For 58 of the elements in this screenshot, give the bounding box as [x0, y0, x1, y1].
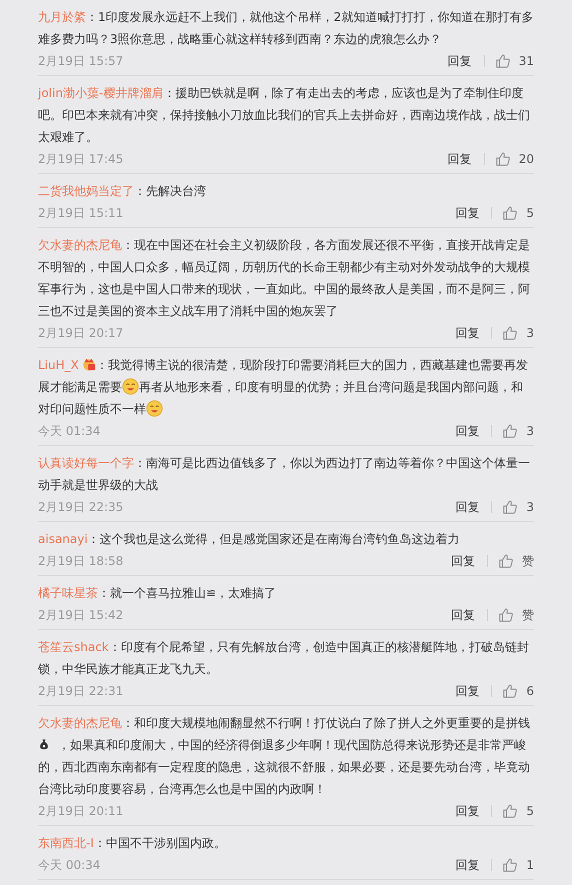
- like-count: 5: [526, 804, 534, 818]
- reply-link[interactable]: 回复: [455, 324, 480, 342]
- like-count: 31: [518, 54, 534, 68]
- thumbs-up-icon[interactable]: [502, 205, 518, 221]
- reply-link[interactable]: 回复: [448, 150, 472, 168]
- comment-text: LiuH_X ：我觉得博主说的很清楚，现阶段打印需要消耗巨大的国力，西藏基建也需要再发展才能满足需要 再者从地形来看，印度有明显的优势；并且台湾问题是我国内部问题，和对印问题性质不一样: [38, 356, 529, 419]
- reply-link[interactable]: 回复: [455, 682, 480, 700]
- comment-text: 东南西北-I：中国不干涉别国内政。: [38, 835, 227, 852]
- like-count: 赞: [522, 552, 534, 570]
- reply-link[interactable]: 回复: [455, 498, 480, 516]
- timestamp: 2月19日 17:45: [38, 150, 124, 168]
- reply-link[interactable]: 回复: [455, 856, 480, 874]
- reply-link[interactable]: 回复: [455, 802, 480, 820]
- comment-text: 苍笙云shack：印度有个屁希望，只有先解放台湾，创造中国真正的核潜艇阵地，打破岛链封锁，中华民族才能真正龙飞九天。: [38, 639, 530, 678]
- thumbs-up-icon[interactable]: [494, 151, 511, 167]
- thumbs-up-icon[interactable]: [498, 553, 514, 569]
- like-count: 1: [526, 858, 534, 872]
- comment-text: 欠水妻的杰尼龟：和印度大规模地闹翻显然不行啊！打仗说白了除了拼人之外更重要的是拼钱 ，如果真和印度闹大，中国的经济得倒退多少年啊！现代国防总得来说形势还是非常严峻的，西北西南东南都有一定程度的隐患，这就很不舒服，如果必要，还是要先动台湾，毕竟动台湾比动印度要容易，台湾再怎么也是中国的内政啊！: [38, 715, 531, 798]
- timestamp: 2月19日 15:11: [38, 204, 124, 222]
- comment-text: jolin渤小蕖-樱井牌溜肩：援助巴铁就是啊，除了有走出去的考虑，应该也是为了牵制住印度吧。印巴本来就有冲突，保持接触小刀放血比我们的官兵上去拼命好，西南边境作战，战士们太艰难了。: [38, 85, 531, 146]
- timestamp: 2月19日 15:42: [38, 606, 124, 624]
- comment-text: 橘子味星茶：就一个喜马拉雅山≌，太难搞了: [38, 585, 278, 602]
- comment-text: 九月於綮：1印度发展永远赶不上我们，就他这个吊样，2就知道喊打打打，你知道在那打有多难多费力吗？3照你意思，战略重心就这样转移到西南？东边的虎狼怎么办？: [38, 9, 534, 48]
- reply-link[interactable]: 回复: [451, 606, 475, 624]
- like-count: 6: [526, 684, 534, 698]
- comment-text: 二货我他妈当定了：先解决台湾: [38, 183, 207, 200]
- thumbs-up-icon[interactable]: [502, 857, 518, 873]
- comment-text: 认真读好每一个字：南海可是比西边值钱多了，你以为西边打了南边等着你？中国这个体量一动手就是世界级的大战: [38, 455, 531, 494]
- timestamp: 2月19日 20:17: [38, 324, 124, 342]
- timestamp: 2月19日 15:57: [38, 52, 124, 70]
- thumbs-up-icon[interactable]: [502, 803, 518, 819]
- timestamp: 今天 00:34: [38, 856, 100, 874]
- reply-link[interactable]: 回复: [455, 422, 480, 440]
- like-count: 赞: [522, 606, 534, 624]
- like-count: 3: [526, 326, 534, 340]
- smiley-emoji-icon: [122, 378, 139, 395]
- like-count: 3: [526, 424, 534, 438]
- thumbs-up-icon[interactable]: [502, 499, 518, 515]
- reply-link[interactable]: 回复: [448, 52, 472, 70]
- comment-text: 欠水妻的杰尼龟：现在中国还在社会主义初级阶段，各方面发展还很不平衡，直接开战肯定是不明智的，中国人口众多，幅员辽阔，历朝历代的长命王朝都少有主动对外发动战争的大规模军事行为，这也是中国人口带来的现状，一直如此。中国的最终敌人是美国，而不是阿三，阿三也不过是美国的资本主义战车用了消耗中国的炮灰罢了: [38, 237, 531, 320]
- timestamp: 2月19日 20:11: [38, 802, 124, 820]
- smiley-emoji-icon: [146, 400, 163, 417]
- thumbs-up-icon[interactable]: [502, 325, 518, 341]
- thumbs-up-icon[interactable]: [494, 53, 511, 69]
- thumbs-up-icon[interactable]: [502, 683, 518, 699]
- like-count: 20: [518, 152, 534, 166]
- timestamp: 今天 01:34: [38, 422, 100, 440]
- thumbs-up-icon[interactable]: [502, 423, 518, 439]
- like-count: 3: [526, 500, 534, 514]
- reply-link[interactable]: 回复: [455, 204, 480, 222]
- timestamp: 2月19日 22:31: [38, 682, 124, 700]
- comment-text: aisanayi：这个我也是这么觉得，但是感觉国家还是在南海台湾钓鱼岛这边着力: [38, 531, 461, 548]
- timestamp: 2月19日 18:58: [38, 552, 124, 570]
- reply-link[interactable]: 回复: [451, 552, 475, 570]
- money-bag-icon: [38, 738, 50, 750]
- timestamp: 2月19日 22:35: [38, 498, 124, 516]
- like-count: 5: [526, 206, 534, 220]
- thumbs-up-icon[interactable]: [498, 607, 514, 623]
